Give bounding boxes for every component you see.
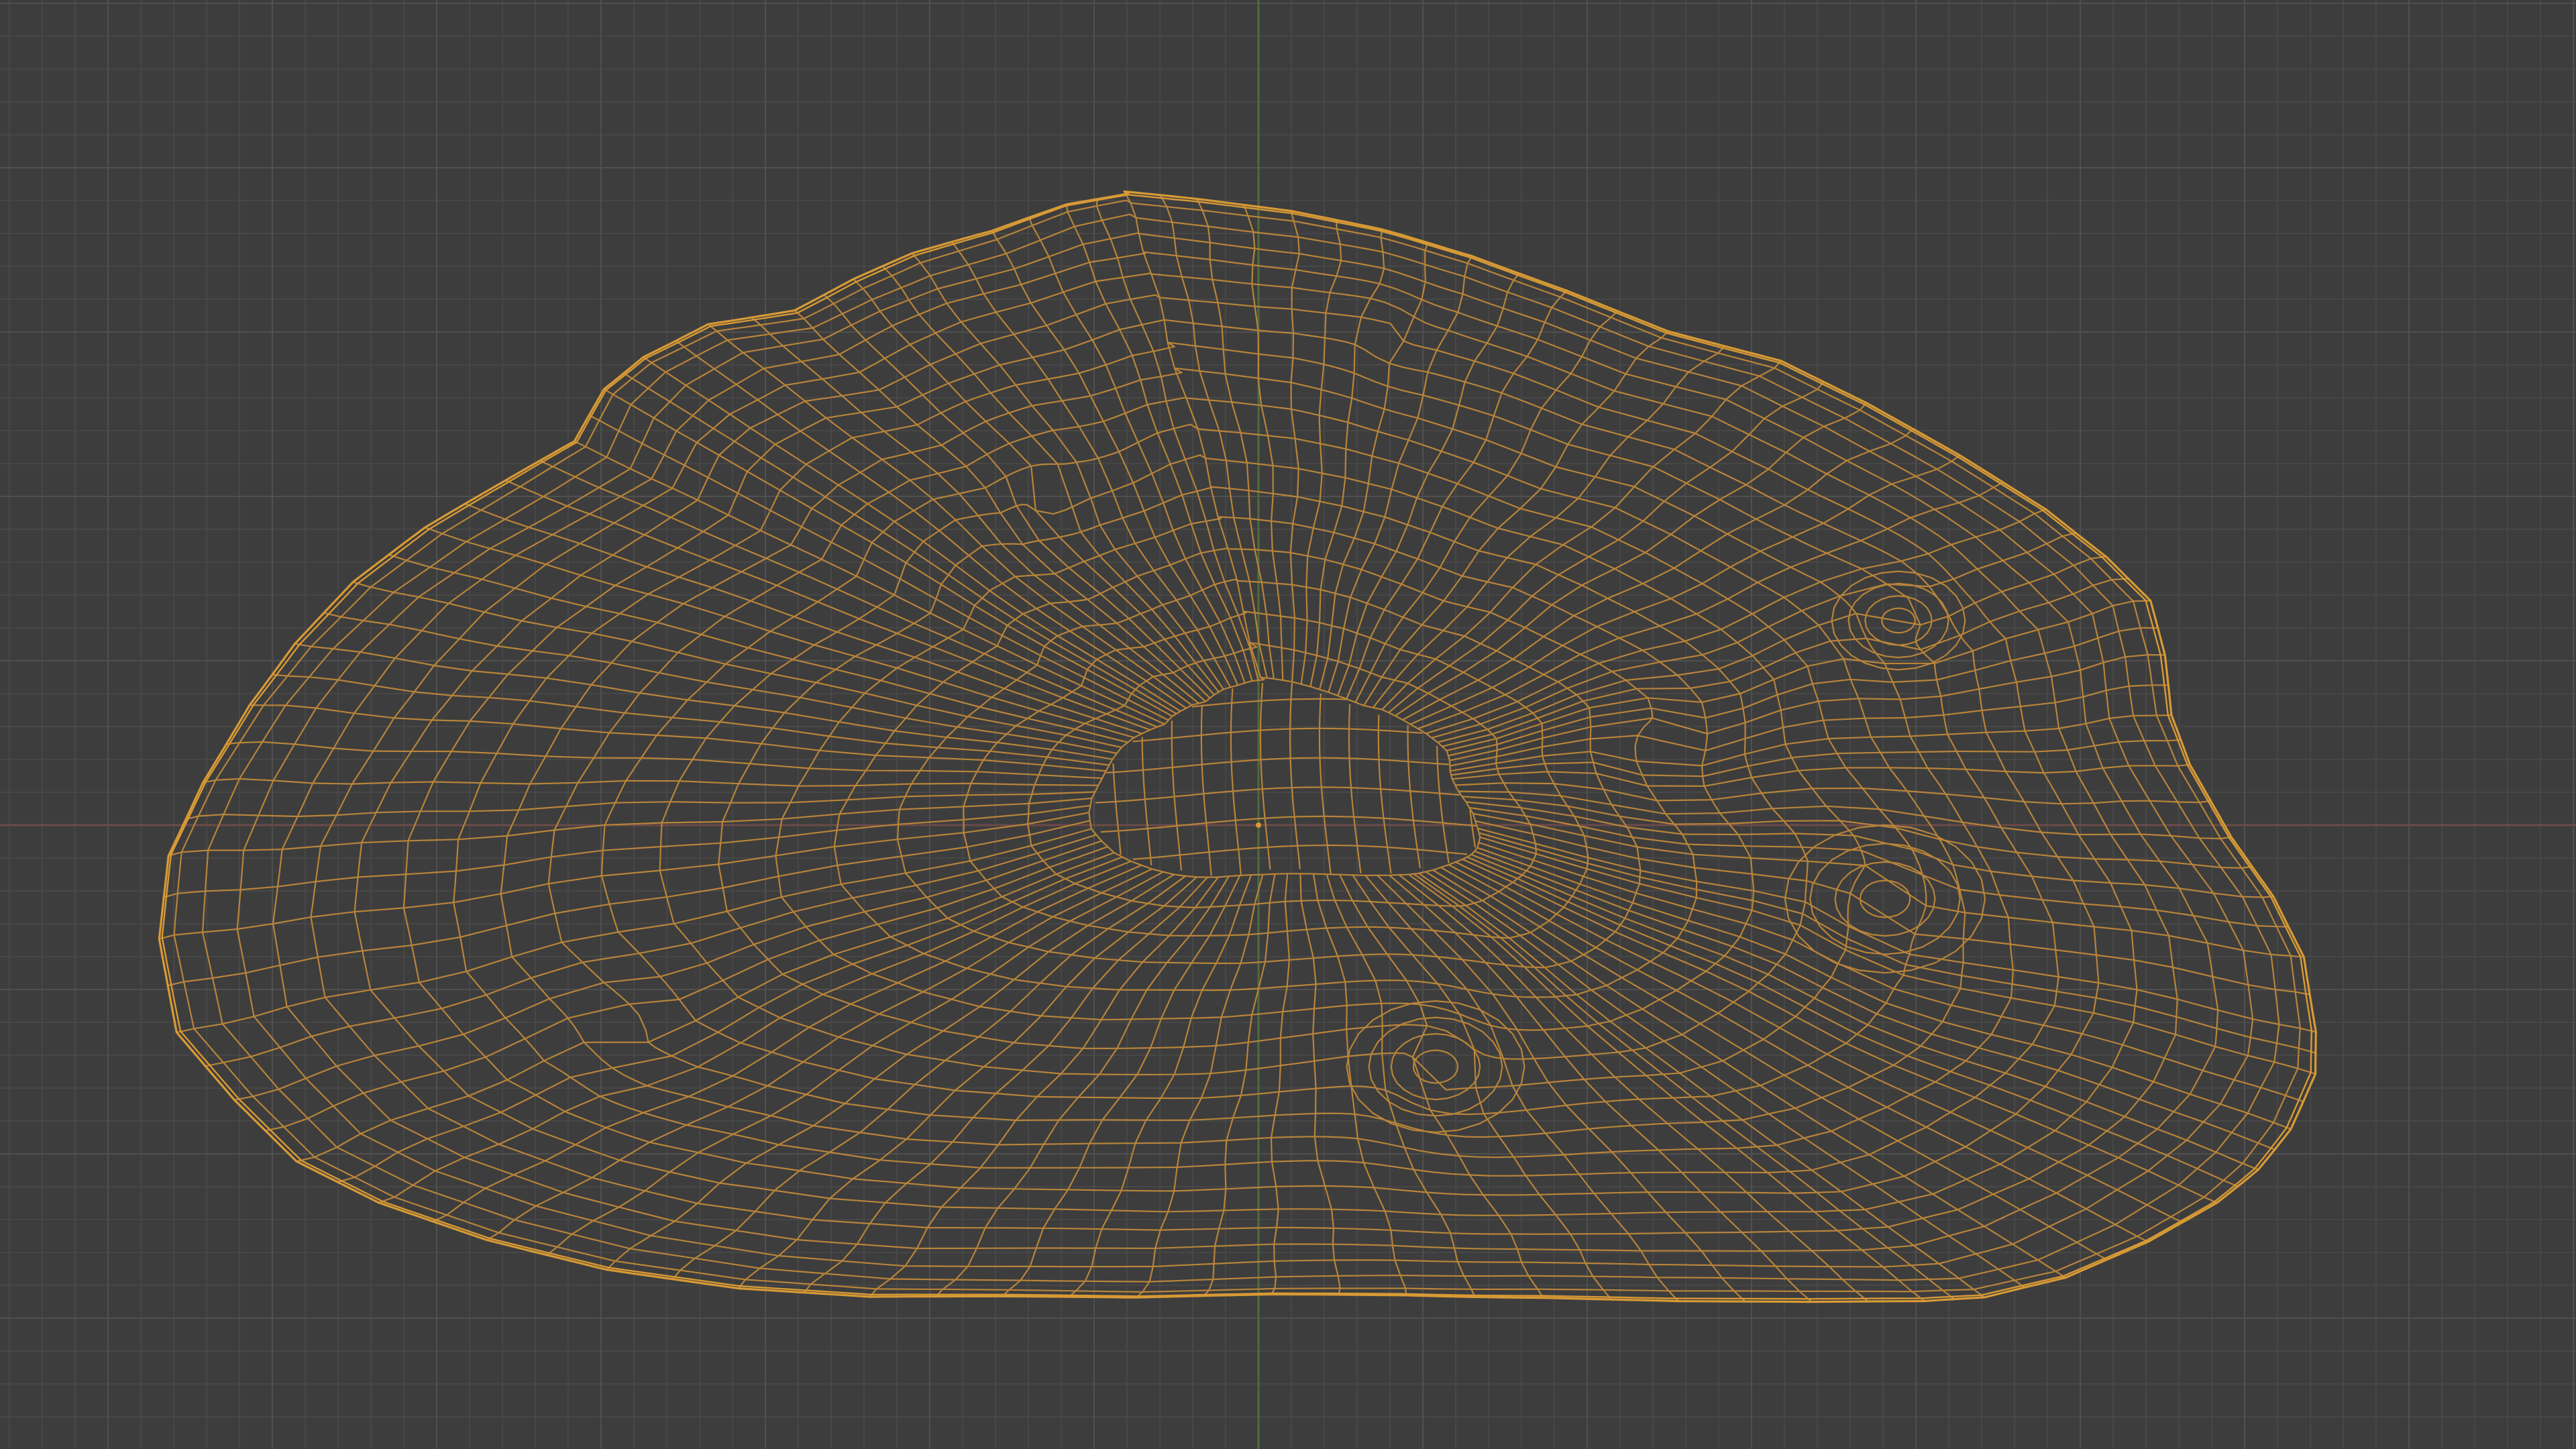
grid-minor-path bbox=[0, 0, 2576, 1449]
grid-major-path bbox=[0, 0, 2576, 1449]
mesh-feature-loop-2-4 bbox=[1346, 1000, 1525, 1134]
mesh-rim bbox=[161, 193, 2313, 1300]
mesh-edge-loops bbox=[158, 191, 2317, 1303]
3d-viewport[interactable] bbox=[0, 0, 2576, 1449]
mesh-feature-loop-1-1 bbox=[1859, 879, 1911, 918]
grid-major-lines bbox=[0, 0, 2576, 1449]
object-origin-dot[interactable] bbox=[1256, 822, 1261, 828]
viewport-canvas[interactable] bbox=[0, 0, 2576, 1449]
mesh-feature-loop-2-2 bbox=[1390, 1032, 1481, 1101]
mesh-feature-loop-2-3 bbox=[1368, 1016, 1503, 1117]
wireframe-mesh[interactable] bbox=[158, 190, 2317, 1303]
grid-minor-lines bbox=[0, 0, 2576, 1449]
